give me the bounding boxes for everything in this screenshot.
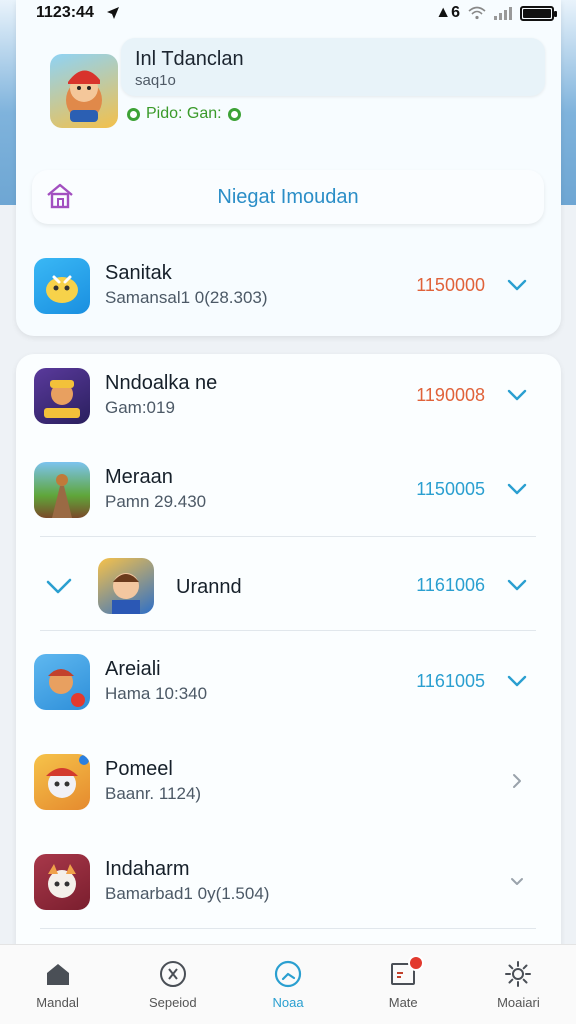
chevron-right-icon[interactable] (505, 771, 529, 791)
clock-icon (274, 960, 302, 988)
app-icon (34, 368, 90, 424)
app-subtitle: Bamarbad1 0y(1.504) (105, 884, 270, 903)
app-subtitle: Baanr. 1124) (105, 784, 202, 803)
signal-icon (494, 6, 512, 20)
nav-item-home[interactable]: Mandal (0, 945, 115, 1024)
location-icon (106, 7, 119, 19)
chevron-down-icon[interactable] (505, 479, 529, 499)
app-icon (34, 462, 90, 518)
home-icon (46, 964, 69, 985)
nav-item-explore[interactable]: Sepeiod (115, 945, 230, 1024)
profile-avatar[interactable] (50, 54, 118, 128)
status-time: 1123:44 (36, 4, 94, 21)
list-item[interactable]: Nndoalka ne Gam:019 1190008 (16, 358, 561, 438)
nav-label: Mandal (36, 995, 79, 1010)
chevron-down-icon[interactable] (505, 275, 529, 295)
app-value: 1190008 (416, 385, 485, 405)
list-item-selected[interactable]: Urannd 1161006 (16, 548, 561, 628)
app-title: Areiali (105, 658, 161, 680)
chevron-down-icon[interactable] (505, 385, 529, 405)
bottom-nav: Mandal Sepeiod Noaa Mate Moaiari (0, 944, 576, 1024)
carrier-text: 6 (451, 4, 460, 21)
list-item[interactable]: Indaharm Bamarbad1 0y(1.504) (16, 844, 561, 924)
chevron-down-icon[interactable] (505, 871, 529, 891)
list-item[interactable]: Pomeel Baanr. 1124) (16, 744, 561, 824)
status-bar: 1123:44 ▲6 (0, 0, 576, 26)
battery-icon (520, 5, 557, 21)
app-subtitle: Gam:019 (105, 398, 175, 417)
nav-label: Moaiari (497, 995, 540, 1010)
app-icon (34, 854, 90, 910)
profile-status-text: Pido: Gan: (146, 105, 222, 122)
promo-label: Niegat Imoudan (217, 185, 359, 208)
home-icon (47, 183, 73, 209)
nav-item-settings[interactable]: Moaiari (461, 945, 576, 1024)
compass-icon (159, 961, 186, 987)
status-dot-icon (227, 107, 241, 121)
profile-name-box[interactable]: Inl Tdanclan saq1o (121, 38, 545, 96)
profile-card: Inl Tdanclan saq1o Pido: Gan: Niegat Imo… (16, 0, 561, 336)
app-title: Meraan (105, 466, 173, 488)
profile-name: Inl Tdanclan (135, 48, 244, 70)
app-title: Pomeel (105, 758, 173, 780)
carrier-label: ▲6 (435, 4, 460, 21)
app-value: 1161005 (416, 671, 485, 691)
status-dot-icon (127, 107, 140, 121)
nav-label: Noaa (272, 995, 304, 1010)
app-title: Indaharm (105, 858, 190, 880)
app-icon (34, 654, 90, 710)
divider (40, 928, 536, 929)
list-item[interactable]: Meraan Pamn 29.430 1150005 (16, 452, 561, 532)
list-item[interactable]: Areiali Hama 10:340 1161005 (16, 644, 561, 724)
app-value: 1161006 (416, 575, 485, 595)
app-icon (34, 258, 90, 314)
nav-label: Sepeiod (148, 995, 197, 1010)
app-list-card: Nndoalka ne Gam:019 1190008 Meraan Pamn … (16, 354, 561, 954)
nav-item-active[interactable]: Noaa (230, 945, 345, 1024)
app-subtitle: Hama 10:340 (105, 684, 208, 703)
notification-badge (407, 955, 424, 971)
gear-icon (505, 961, 532, 987)
profile-subtitle: saq1o (135, 72, 176, 89)
wifi-icon (468, 6, 486, 20)
app-icon (34, 754, 90, 810)
app-value: 1150005 (416, 479, 485, 499)
app-title: Nndoalka ne (105, 372, 218, 394)
chevron-down-icon[interactable] (505, 671, 529, 691)
profile-status: Pido: Gan: (127, 105, 241, 123)
promo-button[interactable]: Niegat Imoudan (32, 170, 544, 224)
app-icon (98, 558, 154, 614)
app-title: Urannd (176, 576, 242, 598)
list-item[interactable]: Sanitak Samansal1 0(28.303) 1150000 (16, 248, 561, 328)
checkmark-icon[interactable] (44, 574, 74, 598)
app-value: 1150000 (416, 275, 485, 295)
nav-label: Mate (388, 995, 418, 1010)
divider (40, 630, 536, 631)
app-subtitle: Pamn 29.430 (105, 492, 207, 511)
app-title: Sanitak (105, 262, 172, 284)
nav-item-messages[interactable]: Mate (346, 945, 461, 1024)
app-subtitle: Samansal1 0(28.303) (105, 288, 268, 307)
divider (40, 536, 536, 537)
chevron-down-icon[interactable] (505, 575, 529, 595)
